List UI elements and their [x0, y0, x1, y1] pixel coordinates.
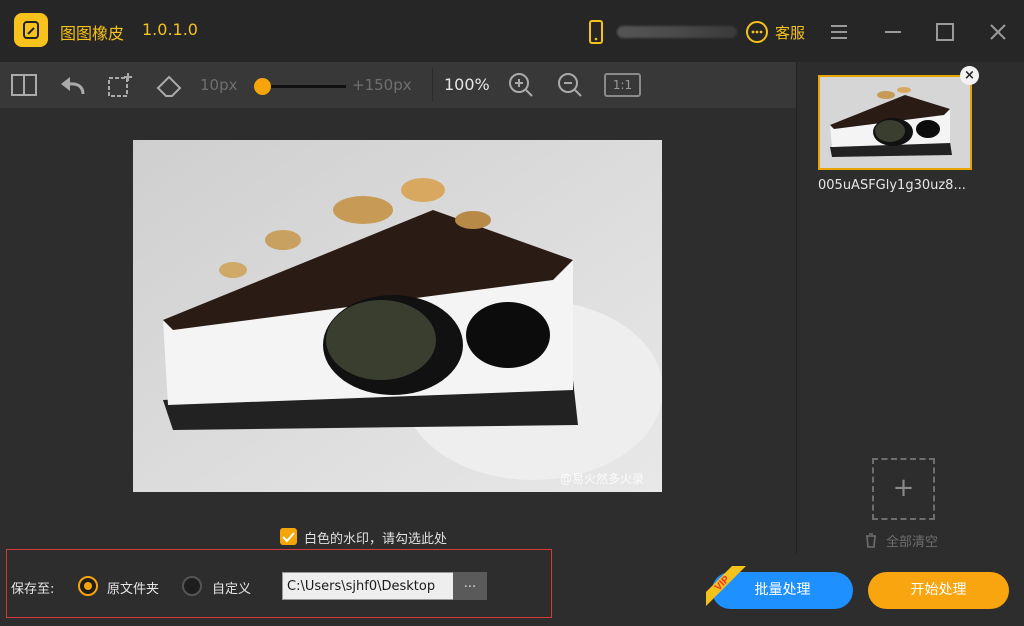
vip-badge-icon: VIP — [706, 566, 746, 606]
browse-button[interactable]: ... — [453, 572, 487, 600]
remove-file-button[interactable]: × — [960, 66, 979, 85]
thumbnail-image — [820, 77, 970, 168]
white-watermark-label[interactable]: 白色的水印，请勾选此处 — [304, 528, 447, 547]
edited-photo[interactable] — [133, 140, 662, 492]
radio-custom[interactable] — [182, 576, 202, 596]
undo-icon[interactable] — [58, 71, 86, 99]
crop-icon[interactable] — [106, 71, 134, 99]
toolbar: 10px +150px 100% 1:1 — [0, 62, 796, 108]
brush-min-label: 10px — [200, 76, 238, 94]
save-to-label: 保存至: — [11, 582, 55, 597]
eraser-icon[interactable] — [155, 71, 183, 99]
brush-max-label: +150px — [352, 76, 412, 94]
cake-photo-image — [133, 140, 662, 492]
toolbar-divider — [432, 68, 433, 102]
file-thumbnail[interactable] — [818, 75, 972, 170]
radio-custom-label[interactable]: 自定义 — [212, 578, 251, 597]
brush-size-slider-thumb[interactable] — [254, 78, 271, 95]
zoom-level: 100% — [444, 75, 490, 94]
trash-icon — [866, 533, 876, 548]
add-file-button[interactable]: + — [872, 458, 935, 520]
app-version: 1.0.1.0 — [142, 20, 198, 39]
start-process-button[interactable]: 开始处理 — [868, 572, 1009, 609]
app-name: 图图橡皮 — [60, 24, 125, 43]
actual-size-button[interactable]: 1:1 — [604, 73, 641, 97]
menu-icon[interactable] — [827, 20, 851, 44]
phone-number-redacted — [617, 26, 737, 38]
chat-icon[interactable] — [745, 20, 769, 44]
zoom-in-icon[interactable] — [507, 71, 535, 99]
minimize-button[interactable] — [881, 20, 905, 44]
app-window: 图图橡皮 1.0.1.0 客服 10px +150px 100% 1:1 @易火… — [0, 0, 1024, 626]
photo-watermark-text: @易火然多火录 — [560, 472, 645, 486]
image-canvas[interactable] — [0, 108, 796, 554]
plus-icon: + — [892, 473, 915, 503]
compare-view-icon[interactable] — [10, 71, 38, 99]
white-watermark-checkbox[interactable] — [280, 528, 297, 545]
check-icon — [282, 532, 295, 543]
title-bar: 图图橡皮 1.0.1.0 客服 — [0, 0, 1024, 62]
close-icon[interactable] — [986, 20, 1010, 44]
radio-original-folder[interactable] — [78, 576, 98, 596]
file-name: 005uASFGly1g30uz8... — [818, 178, 966, 193]
app-logo-icon — [14, 13, 48, 47]
save-path-input[interactable]: C:\Users\sjhf0\Desktop — [282, 572, 454, 600]
clear-all-button[interactable]: 全部清空 — [886, 531, 938, 550]
maximize-icon[interactable] — [933, 20, 957, 44]
zoom-out-icon[interactable] — [556, 71, 584, 99]
phone-icon[interactable] — [588, 20, 604, 44]
radio-original-folder-label[interactable]: 原文件夹 — [107, 578, 159, 597]
customer-service-link[interactable]: 客服 — [775, 22, 805, 43]
